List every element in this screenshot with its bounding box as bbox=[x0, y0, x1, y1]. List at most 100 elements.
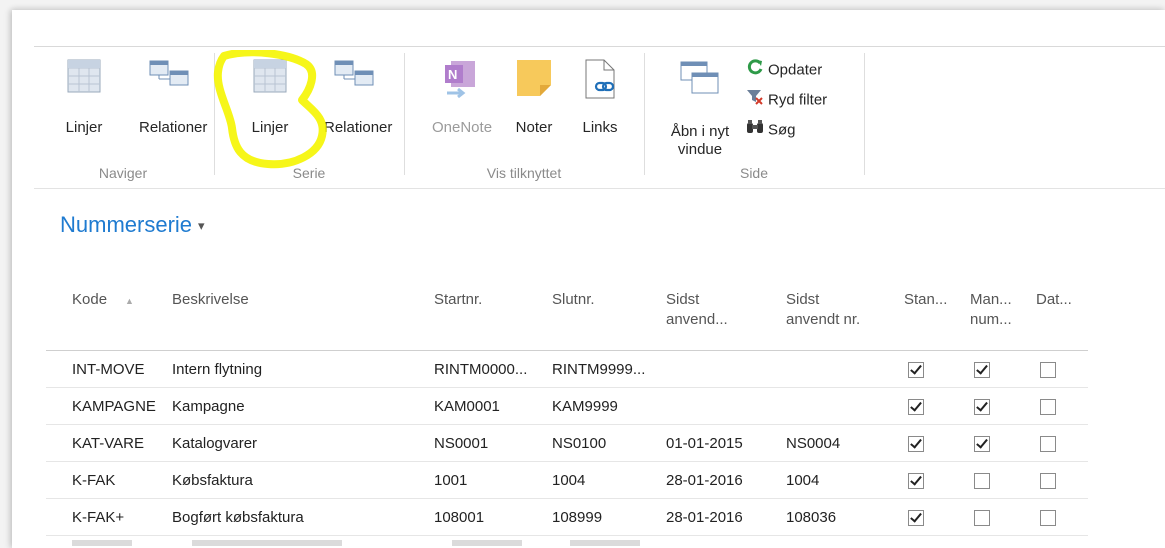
column-header-sidst-anvendt-nr[interactable]: Sidst anvendt nr. bbox=[778, 290, 896, 351]
new-window-icon bbox=[680, 59, 720, 100]
column-header-standard[interactable]: Stan... bbox=[896, 290, 962, 351]
number-series-table: Kode ▲ Beskrivelse Startnr. Slutnr. Sidst… bbox=[46, 290, 1088, 536]
cell-dat bbox=[1028, 424, 1088, 462]
serie-relationer-label: Relationer bbox=[324, 119, 393, 136]
table-row[interactable]: INT-MOVE Intern flytning RINTM0000... RINTM… bbox=[46, 350, 1088, 388]
open-new-window-label-line2: vindue bbox=[677, 141, 723, 158]
page-title[interactable]: Nummerserie ▾ bbox=[60, 212, 205, 238]
cell-beskrivelse[interactable]: Kampagne bbox=[164, 387, 426, 425]
cell-man bbox=[962, 424, 1028, 462]
checkbox-manuel[interactable] bbox=[974, 398, 990, 415]
ribbon: Linjer Relationer Naviger Linjer Relatio… bbox=[34, 47, 1165, 187]
checkbox-dato[interactable] bbox=[1040, 509, 1056, 526]
group-label-vis-tilknyttet: Vis tilknyttet bbox=[486, 165, 562, 181]
cell-kode[interactable]: K-FAK+ bbox=[46, 498, 164, 536]
cell-slutnr[interactable]: KAM9999 bbox=[544, 387, 658, 425]
cell-kode[interactable]: KAT-VARE bbox=[46, 424, 164, 462]
cell-man bbox=[962, 461, 1028, 499]
ryd-filter-label: Ryd filter bbox=[768, 91, 828, 109]
cell-kode[interactable]: INT-MOVE bbox=[46, 350, 164, 388]
naviger-linjer-label: Linjer bbox=[65, 119, 103, 136]
ribbon-group-serie: Linjer Relationer Serie bbox=[216, 47, 402, 187]
checkbox-standard[interactable] bbox=[908, 398, 924, 415]
column-header-startnr[interactable]: Startnr. bbox=[426, 290, 544, 351]
header-line: num... bbox=[970, 311, 1012, 328]
noter-label: Noter bbox=[515, 119, 553, 136]
group-label-serie: Serie bbox=[292, 165, 326, 181]
opdater-button[interactable]: Opdater bbox=[746, 58, 822, 80]
cell-beskrivelse[interactable]: Intern flytning bbox=[164, 350, 426, 388]
ribbon-bottom-border bbox=[34, 188, 1165, 189]
checkbox-standard[interactable] bbox=[908, 435, 924, 452]
cell-sidst-anvendt-nr[interactable]: 1004 bbox=[778, 461, 896, 499]
column-header-sidst-anvendt-dato[interactable]: Sidst anvend... bbox=[658, 290, 778, 351]
checkbox-dato[interactable] bbox=[1040, 435, 1056, 452]
cell-stan bbox=[896, 498, 962, 536]
soeg-label: Søg bbox=[768, 121, 796, 139]
cell-slutnr[interactable]: RINTM9999... bbox=[544, 350, 658, 388]
chevron-down-icon: ▾ bbox=[198, 218, 205, 234]
column-header-dato[interactable]: Dat... bbox=[1028, 290, 1088, 351]
cell-sidst-anvendt-nr[interactable] bbox=[778, 387, 896, 425]
table-row[interactable]: KAMPAGNE Kampagne KAM0001 KAM9999 bbox=[46, 387, 1088, 425]
soeg-button[interactable]: Søg bbox=[746, 118, 796, 140]
cell-startnr[interactable]: RINTM0000... bbox=[426, 350, 544, 388]
checkbox-manuel[interactable] bbox=[974, 509, 990, 526]
cell-sidst-anvendt-nr[interactable]: NS0004 bbox=[778, 424, 896, 462]
ryd-filter-button[interactable]: Ryd filter bbox=[746, 88, 827, 110]
cell-kode[interactable]: K-FAK bbox=[46, 461, 164, 499]
cell-dat bbox=[1028, 350, 1088, 388]
cell-dat bbox=[1028, 387, 1088, 425]
cell-sidst-anvendt-nr[interactable] bbox=[778, 350, 896, 388]
header-line: Sidst bbox=[786, 291, 820, 308]
column-header-beskrivelse[interactable]: Beskrivelse bbox=[164, 290, 426, 351]
checkbox-standard[interactable] bbox=[908, 472, 924, 489]
ribbon-group-side: Åbn i nyt vindue Opdater Ryd filter Søg … bbox=[646, 47, 862, 187]
checkbox-manuel[interactable] bbox=[974, 361, 990, 378]
cell-kode[interactable]: KAMPAGNE bbox=[46, 387, 164, 425]
cell-sidst-anvendt-dato[interactable]: 01-01-2015 bbox=[658, 424, 778, 462]
cell-sidst-anvendt-dato[interactable] bbox=[658, 350, 778, 388]
column-header-slutnr[interactable]: Slutnr. bbox=[544, 290, 658, 351]
note-icon bbox=[516, 59, 552, 102]
cell-sidst-anvendt-dato[interactable] bbox=[658, 387, 778, 425]
cell-startnr[interactable]: 108001 bbox=[426, 498, 544, 536]
cell-startnr[interactable]: 1001 bbox=[426, 461, 544, 499]
opdater-label: Opdater bbox=[768, 61, 823, 79]
checkbox-dato[interactable] bbox=[1040, 398, 1056, 415]
cell-beskrivelse[interactable]: Bogført købsfaktura bbox=[164, 498, 426, 536]
cell-slutnr[interactable]: 1004 bbox=[544, 461, 658, 499]
checkbox-standard[interactable] bbox=[908, 509, 924, 526]
cell-beskrivelse[interactable]: Købsfaktura bbox=[164, 461, 426, 499]
cell-sidst-anvendt-dato[interactable]: 28-01-2016 bbox=[658, 498, 778, 536]
cell-startnr[interactable]: KAM0001 bbox=[426, 387, 544, 425]
svg-text:N: N bbox=[448, 67, 457, 82]
cell-sidst-anvendt-nr[interactable]: 108036 bbox=[778, 498, 896, 536]
cell-stan bbox=[896, 350, 962, 388]
binoculars-icon bbox=[746, 118, 764, 143]
cell-sidst-anvendt-dato[interactable]: 28-01-2016 bbox=[658, 461, 778, 499]
relations-icon bbox=[334, 59, 374, 94]
table-row[interactable]: K-FAK Købsfaktura 1001 1004 28-01-2016 1004 bbox=[46, 461, 1088, 499]
table-row[interactable]: KAT-VARE Katalogvarer NS0001 NS0100 01-01-20… bbox=[46, 424, 1088, 462]
column-header-kode[interactable]: Kode ▲ bbox=[46, 290, 164, 351]
checkbox-manuel[interactable] bbox=[974, 435, 990, 452]
cell-man bbox=[962, 350, 1028, 388]
checkbox-standard[interactable] bbox=[908, 361, 924, 378]
checkbox-manuel[interactable] bbox=[974, 472, 990, 489]
checkbox-dato[interactable] bbox=[1040, 472, 1056, 489]
relations-icon bbox=[149, 59, 189, 94]
cell-man bbox=[962, 387, 1028, 425]
checkbox-dato[interactable] bbox=[1040, 361, 1056, 378]
ribbon-divider bbox=[644, 53, 645, 175]
sort-ascending-icon: ▲ bbox=[125, 296, 134, 306]
cell-slutnr[interactable]: NS0100 bbox=[544, 424, 658, 462]
cell-slutnr[interactable]: 108999 bbox=[544, 498, 658, 536]
cell-beskrivelse[interactable]: Katalogvarer bbox=[164, 424, 426, 462]
cell-startnr[interactable]: NS0001 bbox=[426, 424, 544, 462]
ribbon-group-vis-tilknyttet: N OneNote Noter Links Vis tilknyttet bbox=[406, 47, 642, 187]
partial-text bbox=[570, 540, 640, 546]
column-header-manuel[interactable]: Man... num... bbox=[962, 290, 1028, 351]
table-row[interactable]: K-FAK+ Bogført købsfaktura 108001 108999 28-… bbox=[46, 498, 1088, 536]
header-line: Man... bbox=[970, 291, 1012, 308]
